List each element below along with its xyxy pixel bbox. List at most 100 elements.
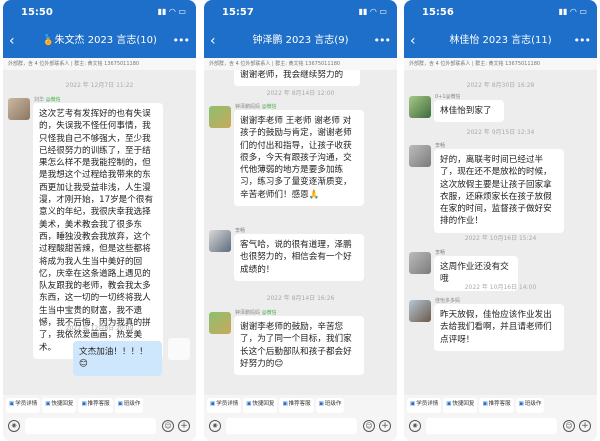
timestamp: 2022 年 12月8日 20:09 [65,325,134,332]
header: 15:50 ▮▮ ◠ ▭ ‹ 🏅朱文杰 2023 言志(10) ••• [3,0,196,58]
more-icon[interactable]: ••• [574,34,591,48]
more-icon[interactable]: ••• [374,34,391,48]
input-row: ◉ ☺ + [404,413,597,441]
recommend-service-button[interactable]: ▣推荐客服 [279,398,314,413]
button-label: 快捷回复 [51,401,74,407]
message-input[interactable] [25,418,156,434]
back-arrow-icon[interactable]: ‹ [410,34,416,48]
quick-reply-button[interactable]: ▣快捷回复 [243,398,278,413]
timestamp: 2022 年 8月14日 12:00 [266,90,335,97]
message-input[interactable] [226,418,357,434]
recommend-service-button[interactable]: ▣推荐客服 [78,398,113,413]
voice-icon[interactable]: ◉ [8,420,20,432]
message-bubble-self[interactable]: 文杰加油！！！！😊 [73,341,162,376]
button-label: 学员详情 [216,401,239,407]
emoji-icon[interactable]: ☺ [162,420,174,432]
chat-screen-3: 15:56 ▮▮ ◠ ▭ ‹ 林佳怡 2023 言志(11) ••• 外部群，含… [404,0,597,441]
header: 15:57 ▮▮ ◠ ▭ ‹ 钟泽鹏 2023 言志(9) ••• [204,0,397,58]
message-list[interactable]: 2022 年 12月7日 11:22 刘华 @微信 这次艺考有发挥好的也有失误的… [3,70,196,395]
sender-name: 0+1@微信 [435,94,461,100]
quick-actions: ▣学员详情 ▣快捷回复 ▣推荐客服 ▣班级作 [404,395,597,413]
student-detail-button[interactable]: ▣学员详情 [6,398,41,413]
recommend-service-button[interactable]: ▣推荐客服 [479,398,514,413]
voice-icon[interactable]: ◉ [409,420,421,432]
avatar[interactable] [409,96,431,118]
avatar[interactable] [8,98,30,120]
message-bubble[interactable]: 谢谢老师，我会继续努力的 [234,70,360,87]
input-row: ◉ ☺ + [3,413,196,441]
sender-name: 李畅 [435,250,446,256]
header: 15:56 ▮▮ ◠ ▭ ‹ 林佳怡 2023 言志(11) ••• [404,0,597,58]
message-bubble[interactable]: 谢谢李老师的鼓励，辛苦您了，为了同一个目标，我们家长这个后勤部队和孩子都会好好努… [234,316,364,376]
avatar[interactable] [209,106,231,128]
quick-actions: ▣学员详情 ▣快捷回复 ▣推荐客服 ▣班级作 [3,395,196,413]
message-bubble[interactable]: 昨天放假，佳怡应该作业发出去给我们看啊，并且请老师们点评呀！ [434,304,564,351]
avatar[interactable] [209,230,231,252]
chat-screen-1: 15:50 ▮▮ ◠ ▭ ‹ 🏅朱文杰 2023 言志(10) ••• 外部群，… [3,0,196,441]
button-label: 快捷回复 [252,401,275,407]
class-work-button[interactable]: ▣班级作 [114,398,144,413]
sender-name: 刘华 @微信 [34,96,61,103]
timestamp: 2022 年 8月14日 16:26 [266,295,335,302]
button-label: 推荐客服 [288,401,311,407]
bottom-bar: ▣学员详情 ▣快捷回复 ▣推荐客服 ▣班级作 ◉ ☺ + [404,395,597,441]
timestamp: 2022 年 10月16日 15:24 [464,235,537,242]
avatar-self[interactable] [168,338,190,360]
message-input[interactable] [426,418,557,434]
chat-title: 林佳怡 2023 言志(11) [449,35,552,46]
back-arrow-icon[interactable]: ‹ [210,34,216,48]
button-label: 推荐客服 [488,401,511,407]
plus-icon[interactable]: + [379,420,391,432]
message-bubble[interactable]: 谢谢李老师 王老师 谢老师 对孩子的鼓励与肯定，谢谢老师们的付出和指导，让孩子收… [234,110,364,207]
signal-wifi-battery-icon: ▮▮ ◠ ▭ [558,7,587,16]
message-bubble[interactable]: 好的，离联考时间已经过半了，现在还不是放松的时候，这次放假主要是让孩子回家拿衣服… [434,149,564,233]
message-bubble[interactable]: 林佳怡到家了 [434,100,504,123]
voice-icon[interactable]: ◉ [209,420,221,432]
back-arrow-icon[interactable]: ‹ [9,34,15,48]
button-label: 学员详情 [15,401,38,407]
avatar[interactable] [409,145,431,167]
message-list[interactable]: 2022 年 8月30日 16:28 0+1@微信 林佳怡到家了 2022 年 … [404,70,597,395]
timestamp: 2022 年 8月30日 16:28 [466,82,535,89]
chat-title: 钟泽鹏 2023 言志(9) [252,35,349,46]
emoji-icon[interactable]: ☺ [363,420,375,432]
class-work-button[interactable]: ▣班级作 [315,398,345,413]
input-row: ◉ ☺ + [204,413,397,441]
group-notice: 外部群，含 4 位外部联系人 | 群主: 黄文铭 13675011180 [3,58,196,70]
chat-screen-2: 15:57 ▮▮ ◠ ▭ ‹ 钟泽鹏 2023 言志(9) ••• 外部群，含 … [204,0,397,441]
sender-name: 李畅 [435,143,446,149]
button-label: 推荐客服 [87,401,110,407]
class-work-button[interactable]: ▣班级作 [515,398,545,413]
button-label: 班级作 [123,401,141,407]
quick-actions: ▣学员详情 ▣快捷回复 ▣推荐客服 ▣班级作 [204,395,397,413]
signal-wifi-battery-icon: ▮▮ ◠ ▭ [157,7,186,16]
emoji-icon[interactable]: ☺ [563,420,575,432]
avatar[interactable] [409,300,431,322]
status-time: 15:50 [21,7,53,18]
status-time: 15:57 [222,7,254,18]
sender-name: 佳怡多多妈 [435,298,461,304]
chat-title: 🏅朱文杰 2023 言志(10) [42,35,157,46]
message-bubble[interactable]: 这次艺考有发挥好的也有失误的，失误我不怪任何事情，我只怪我自己不够强大，至少我已… [33,103,163,359]
group-notice: 外部群，含 4 位外部联系人 | 群主: 黄文铭 13675011180 [404,58,597,70]
more-icon[interactable]: ••• [173,34,190,48]
avatar[interactable] [409,252,431,274]
sender-name: 钟泽鹏妈妈 @微信 [235,103,277,110]
student-detail-button[interactable]: ▣学员详情 [407,398,442,413]
message-list[interactable]: 谢谢老师，我会继续努力的 2022 年 8月14日 12:00 钟泽鹏妈妈 @微… [204,70,397,395]
timestamp: 2022 年 12月7日 11:22 [65,82,134,89]
student-detail-button[interactable]: ▣学员详情 [207,398,242,413]
timestamp: 2022 年 10月16日 14:00 [464,284,537,291]
bottom-bar: ▣学员详情 ▣快捷回复 ▣推荐客服 ▣班级作 ◉ ☺ + [204,395,397,441]
avatar[interactable] [209,312,231,334]
quick-reply-button[interactable]: ▣快捷回复 [42,398,77,413]
signal-wifi-battery-icon: ▮▮ ◠ ▭ [358,7,387,16]
button-label: 班级作 [324,401,342,407]
quick-reply-button[interactable]: ▣快捷回复 [443,398,478,413]
sender-name: 李畅 [235,228,246,234]
button-label: 学员详情 [416,401,439,407]
plus-icon[interactable]: + [178,420,190,432]
plus-icon[interactable]: + [579,420,591,432]
message-bubble[interactable]: 客气哈，说的很有道理，泽鹏也很努力的，相信会有一个好成绩的！ [234,234,364,281]
bottom-bar: ▣学员详情 ▣快捷回复 ▣推荐客服 ▣班级作 ◉ ☺ + [3,395,196,441]
